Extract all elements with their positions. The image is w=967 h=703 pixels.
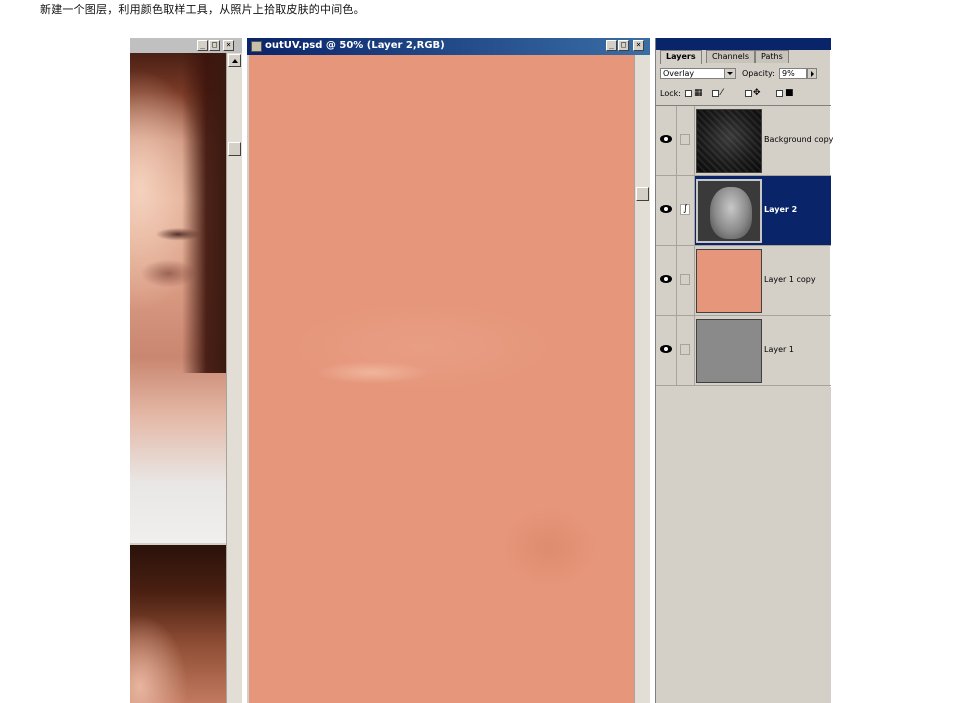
- layer-thumbnail: [696, 179, 762, 243]
- photo-vertical-scrollbar[interactable]: [226, 53, 242, 703]
- close-button[interactable]: ×: [223, 40, 234, 51]
- transparency-grid-icon: ▦: [694, 88, 703, 98]
- document-icon: [251, 41, 262, 52]
- palette-empty-area: [656, 387, 831, 703]
- visibility-cell[interactable]: [656, 316, 677, 385]
- padlock-icon: ■: [785, 88, 794, 98]
- portrait-hair-image: [182, 53, 226, 373]
- layer-thumbnail: [696, 109, 762, 173]
- reference-photo[interactable]: [130, 53, 226, 703]
- maximize-button[interactable]: □: [209, 40, 220, 51]
- document-vertical-scrollbar[interactable]: [634, 55, 650, 703]
- link-cell[interactable]: [677, 106, 695, 175]
- layer-name: Layer 1 copy: [764, 275, 816, 284]
- photo-window: _ □ ×: [130, 38, 242, 703]
- photo-titlebar[interactable]: _ □ ×: [130, 38, 242, 53]
- lock-all-checkbox[interactable]: [776, 90, 783, 97]
- tab-channels[interactable]: Channels: [706, 50, 756, 63]
- scroll-thumb[interactable]: [228, 142, 241, 156]
- lock-label: Lock:: [660, 89, 681, 98]
- layers-list: Background copy ∫ Layer 2 Layer 1 copy L…: [656, 105, 834, 388]
- eye-icon[interactable]: [660, 275, 672, 283]
- chevron-down-icon[interactable]: [724, 69, 735, 78]
- document-canvas[interactable]: [249, 55, 634, 703]
- document-title: outUV.psd @ 50% (Layer 2,RGB): [265, 40, 445, 51]
- layer-options-row: Overlay Opacity: 9%: [660, 68, 828, 80]
- portrait-second-image: [130, 545, 226, 703]
- eye-icon[interactable]: [660, 135, 672, 143]
- layer-name: Layer 2: [764, 205, 798, 214]
- close-button[interactable]: ×: [633, 40, 644, 51]
- brush-icon: ⁄: [721, 88, 723, 98]
- move-icon: ✥: [753, 88, 761, 98]
- document-titlebar[interactable]: outUV.psd @ 50% (Layer 2,RGB) _ □ ×: [247, 38, 650, 55]
- scroll-up-arrow-icon[interactable]: [228, 54, 241, 67]
- lock-image-checkbox[interactable]: [712, 90, 719, 97]
- layer-name: Background copy: [764, 135, 834, 144]
- link-checkbox[interactable]: ∫: [680, 204, 690, 215]
- layer-row-layer-2[interactable]: ∫ Layer 2: [656, 176, 831, 246]
- visibility-cell[interactable]: [656, 106, 677, 175]
- tab-layers[interactable]: Layers: [660, 50, 702, 64]
- eye-icon[interactable]: [660, 345, 672, 353]
- brush-icon: ∫: [683, 204, 688, 214]
- link-checkbox[interactable]: [680, 344, 690, 355]
- lock-transparency-checkbox[interactable]: [685, 90, 692, 97]
- link-cell[interactable]: ∫: [677, 176, 695, 245]
- layers-palette: Layers Channels Paths Overlay Opacity: 9…: [655, 38, 834, 703]
- blend-mode-value: Overlay: [663, 69, 695, 78]
- minimize-button[interactable]: _: [606, 40, 617, 51]
- document-window: outUV.psd @ 50% (Layer 2,RGB) _ □ ×: [247, 38, 650, 703]
- blend-mode-select[interactable]: Overlay: [660, 68, 736, 79]
- palette-titlebar[interactable]: [656, 38, 831, 50]
- layer-thumbnail: [696, 249, 762, 313]
- scroll-thumb[interactable]: [636, 187, 649, 201]
- layer-row-layer-1[interactable]: Layer 1: [656, 316, 831, 386]
- lock-position-checkbox[interactable]: [745, 90, 752, 97]
- minimize-button[interactable]: _: [197, 40, 208, 51]
- link-cell[interactable]: [677, 246, 695, 315]
- maximize-button[interactable]: □: [618, 40, 629, 51]
- palette-tabs: Layers Channels Paths: [658, 50, 830, 64]
- link-checkbox[interactable]: [680, 274, 690, 285]
- caption-text: 新建一个图层，利用颜色取样工具，从照片上拾取皮肤的中间色。: [40, 3, 365, 16]
- tab-paths[interactable]: Paths: [755, 50, 789, 63]
- opacity-slider-arrow-icon[interactable]: [807, 68, 817, 79]
- layer-row-background-copy[interactable]: Background copy: [656, 106, 834, 176]
- opacity-label: Opacity:: [742, 69, 775, 78]
- visibility-cell[interactable]: [656, 246, 677, 315]
- layer-thumbnail: [696, 319, 762, 383]
- link-cell[interactable]: [677, 316, 695, 385]
- link-checkbox[interactable]: [680, 134, 690, 145]
- lock-row: Lock: ▦ ⁄ ✥ ■: [660, 88, 828, 100]
- layer-name: Layer 1: [764, 345, 794, 354]
- visibility-cell[interactable]: [656, 176, 677, 245]
- opacity-input[interactable]: 9%: [779, 68, 807, 79]
- eye-icon[interactable]: [660, 205, 672, 213]
- layer-row-layer-1-copy[interactable]: Layer 1 copy: [656, 246, 831, 316]
